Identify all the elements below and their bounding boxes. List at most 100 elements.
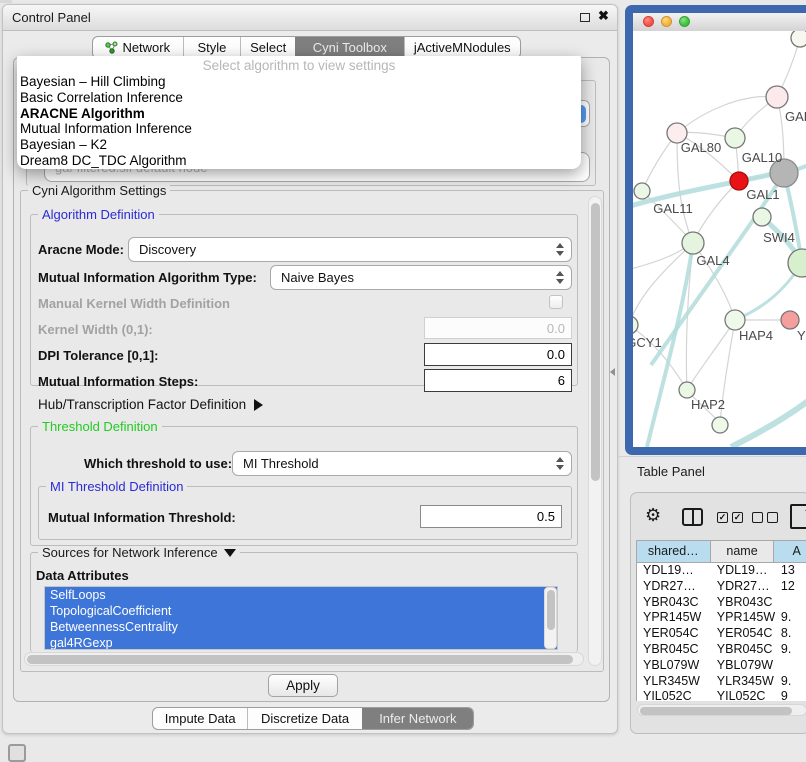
- table-row[interactable]: YLR345W YLR345W 9.: [637, 674, 806, 690]
- collapsed-arrow-icon[interactable]: [254, 399, 263, 411]
- tab-discretize-data[interactable]: Discretize Data: [247, 708, 361, 729]
- hub-transcription-section[interactable]: Hub/Transcription Factor Definition: [38, 397, 263, 412]
- cell-shared: YDR27…: [637, 579, 711, 595]
- network-canvas[interactable]: GAL GAL80 GAL10 GAL1 GAL11 SWI4 GAL4 GCY…: [633, 31, 806, 447]
- cell-value: 8.: [775, 626, 806, 642]
- deselect-all-icon[interactable]: [752, 512, 778, 523]
- node-gal1-red[interactable]: [730, 172, 748, 190]
- aracne-mode-combobox[interactable]: Discovery: [128, 237, 572, 262]
- tab-network[interactable]: Network: [93, 37, 183, 58]
- attribute-gal4rgexp[interactable]: gal4RGexp: [45, 635, 557, 650]
- control-panel-titlebar[interactable]: [3, 5, 617, 31]
- table-panel-divider: [618, 456, 806, 457]
- cell-shared: YLR345W: [637, 674, 711, 690]
- dropdown-item-bayesian-k2[interactable]: Bayesian – K2: [17, 137, 581, 153]
- dropdown-item-mutual-information[interactable]: Mutual Information Inference: [17, 121, 581, 137]
- close-icon[interactable]: ✖: [598, 8, 609, 24]
- data-attributes-list[interactable]: SelfLoops TopologicalCoefficient Between…: [44, 586, 558, 650]
- attributes-list-scrollbar[interactable]: [544, 587, 557, 649]
- label-gal1: GAL1: [746, 187, 779, 202]
- node-gal4[interactable]: [682, 232, 704, 254]
- tab-cyni-toolbox[interactable]: Cyni Toolbox: [295, 37, 403, 58]
- minimize-traffic-light[interactable]: [661, 16, 672, 27]
- node-top-partial[interactable]: [791, 31, 806, 47]
- node-salmon[interactable]: [781, 311, 799, 329]
- table-row[interactable]: YDL19… YDL19… 13: [637, 563, 806, 579]
- column-header-shared-name[interactable]: shared…: [637, 541, 711, 563]
- algorithm-definition-title: Algorithm Definition: [38, 208, 159, 221]
- settings-horizontal-scrollbar[interactable]: [24, 652, 584, 666]
- node-right-green[interactable]: [788, 249, 806, 277]
- mi-steps-field[interactable]: 6: [424, 369, 572, 392]
- splitter-collapse-icon[interactable]: [610, 368, 615, 376]
- cell-value: 9.: [775, 610, 806, 626]
- dropdown-item-dream8[interactable]: Dream8 DC_TDC Algorithm: [17, 153, 581, 169]
- tab-impute-data[interactable]: Impute Data: [153, 708, 247, 729]
- apply-button[interactable]: Apply: [268, 674, 338, 697]
- aracne-mode-stepper-icon: [556, 243, 564, 256]
- cell-name: YBR045C: [711, 642, 775, 658]
- cyni-bottom-tabs: Impute Data Discretize Data Infer Networ…: [152, 707, 474, 730]
- label-gal4: GAL4: [696, 253, 729, 268]
- cell-name: YBL079W: [711, 658, 775, 674]
- kernel-width-field[interactable]: 0.0: [424, 317, 572, 339]
- column-header-partial[interactable]: A: [774, 541, 806, 563]
- dropdown-item-aracne[interactable]: ARACNE Algorithm: [17, 106, 581, 122]
- node-table[interactable]: shared… name A YDL19… YDL19… 13 YDR27… Y…: [636, 540, 806, 701]
- node-gal11[interactable]: [634, 183, 650, 199]
- table-row[interactable]: YDR27… YDR27… 12: [637, 579, 806, 595]
- tab-infer-network[interactable]: Infer Network: [362, 708, 473, 729]
- network-window-titlebar[interactable]: [633, 13, 806, 31]
- dpi-tolerance-field[interactable]: 0.0: [424, 343, 572, 366]
- dropdown-item-basic-correlation[interactable]: Basic Correlation Inference: [17, 90, 581, 106]
- tab-select[interactable]: Select: [240, 37, 295, 58]
- table-row[interactable]: YPR145W YPR145W 9.: [637, 610, 806, 626]
- mi-algorithm-type-combobox[interactable]: Naive Bayes: [270, 265, 572, 290]
- dropdown-item-bayesian-hill-climbing[interactable]: Bayesian – Hill Climbing: [17, 74, 581, 90]
- settings-vertical-scrollbar[interactable]: [588, 196, 602, 666]
- tab-cyni-toolbox-label: Cyni Toolbox: [313, 40, 387, 55]
- column-header-name[interactable]: name: [711, 541, 775, 563]
- table-row[interactable]: YBR045C YBR045C 9.: [637, 642, 806, 658]
- label-gal10: GAL10: [742, 150, 782, 165]
- table-settings-gear-icon[interactable]: ⚙: [645, 505, 661, 526]
- tab-jactivemnodules[interactable]: jActiveMNodules: [404, 37, 520, 58]
- table-row[interactable]: YIL052C YIL052C 9: [637, 689, 806, 701]
- attribute-topologicalcoefficient[interactable]: TopologicalCoefficient: [45, 603, 557, 619]
- panel-grip-icon[interactable]: [8, 744, 26, 762]
- columns-icon[interactable]: [682, 508, 703, 526]
- algorithm-dropdown-popup: Select algorithm to view settings Bayesi…: [17, 56, 581, 169]
- cell-shared: YBR043C: [637, 595, 711, 611]
- table-row[interactable]: YBL079W YBL079W: [637, 658, 806, 674]
- mi-threshold-definition-title: MI Threshold Definition: [46, 480, 187, 493]
- node-hap4[interactable]: [725, 310, 745, 330]
- tab-style[interactable]: Style: [183, 37, 241, 58]
- node-bottom-partial[interactable]: [712, 417, 728, 433]
- sources-title[interactable]: Sources for Network Inference: [38, 546, 240, 559]
- mi-threshold-field[interactable]: 0.5: [420, 505, 562, 528]
- float-window-icon[interactable]: [580, 13, 590, 22]
- expanded-arrow-icon[interactable]: [224, 549, 236, 557]
- node-gal-pink[interactable]: [766, 86, 788, 108]
- table-panel-title: Table Panel: [637, 464, 705, 479]
- attribute-selfloops[interactable]: SelfLoops: [45, 587, 557, 603]
- attribute-betweennesscentrality[interactable]: BetweennessCentrality: [45, 619, 557, 635]
- table-row[interactable]: YER054C YER054C 8.: [637, 626, 806, 642]
- mi-steps-label: Mutual Information Steps:: [38, 374, 198, 389]
- export-table-icon[interactable]: [790, 504, 806, 529]
- which-threshold-label: Which threshold to use:: [84, 456, 232, 471]
- zoom-traffic-light[interactable]: [679, 16, 690, 27]
- which-threshold-combobox[interactable]: MI Threshold: [232, 451, 572, 476]
- node-hap2[interactable]: [679, 382, 695, 398]
- table-row[interactable]: YBR043C YBR043C: [637, 595, 806, 611]
- close-traffic-light[interactable]: [643, 16, 654, 27]
- table-horizontal-scrollbar[interactable]: [637, 704, 806, 716]
- manual-kernel-width-checkbox[interactable]: [549, 295, 563, 309]
- node-gal10[interactable]: [725, 128, 745, 148]
- which-threshold-value: MI Threshold: [243, 456, 319, 471]
- tab-select-label: Select: [250, 40, 286, 55]
- cell-value: 9.: [775, 674, 806, 690]
- select-all-icon[interactable]: ✓✓: [717, 512, 743, 523]
- node-swi4[interactable]: [753, 208, 771, 226]
- tab-infer-network-label: Infer Network: [379, 711, 456, 726]
